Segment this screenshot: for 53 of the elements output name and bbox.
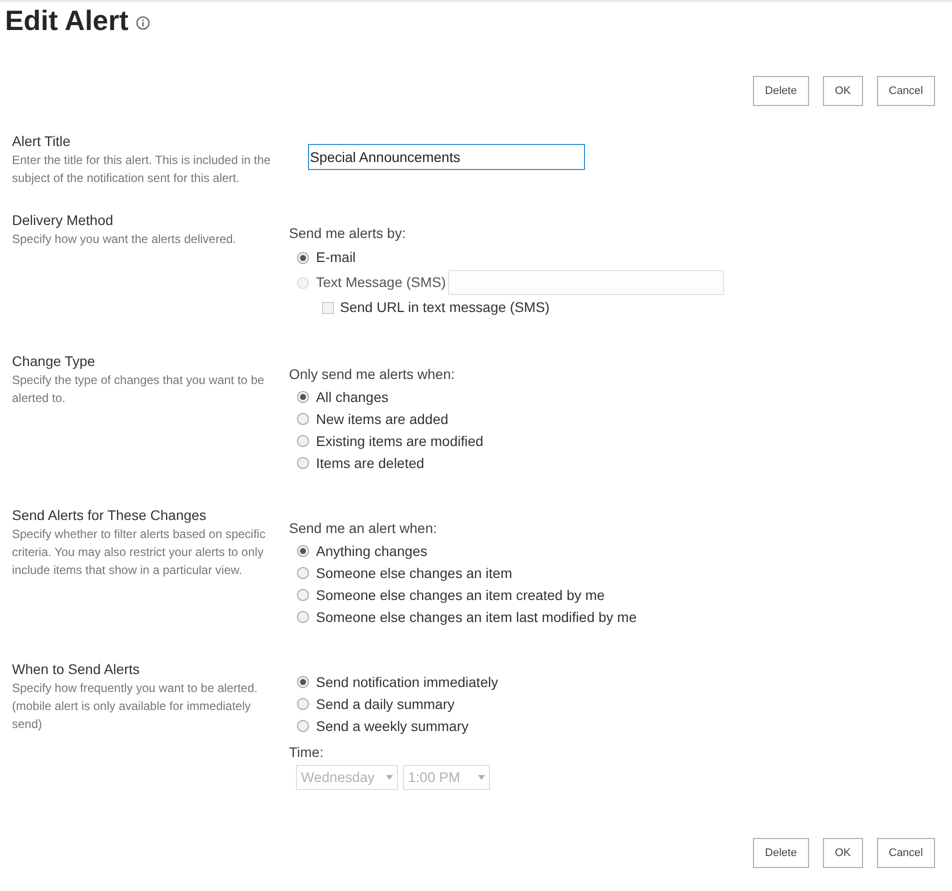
option-label: Someone else changes an item last modified by me (316, 608, 637, 627)
action-button[interactable]: Delete (753, 838, 809, 868)
prompt-label: Send me an alert when: (289, 519, 438, 537)
option-label: Send URL in text message (SMS) (340, 298, 550, 317)
radio-button[interactable] (297, 545, 309, 557)
prompt-label: Only send me alerts when: (289, 365, 456, 383)
page-title: Edit Alert (5, 6, 128, 34)
radio-button[interactable] (297, 720, 309, 732)
checkbox[interactable] (322, 302, 334, 314)
radio-button[interactable] (297, 676, 309, 688)
caret-icon (478, 775, 485, 780)
section-description: Specify whether to filter alerts based on specific criteria. You may also restrict your alerts to only include items that show in a particular view. (12, 526, 266, 579)
action-button[interactable]: OK (822, 838, 863, 868)
option-label: Send a weekly summary (316, 716, 469, 736)
option-label: Items are deleted (316, 454, 424, 472)
radio-button[interactable] (297, 252, 309, 264)
section-description: Specify how frequently you want to be alerted. (mobile alert is only available for immediately send) (12, 680, 258, 733)
section-title: Alert Title (12, 132, 72, 150)
action-button[interactable]: Cancel (876, 76, 935, 106)
action-button[interactable]: Delete (753, 76, 809, 106)
option-label: E-mail (316, 248, 356, 267)
option-label: New items are added (316, 410, 448, 428)
radio-button[interactable] (297, 698, 309, 710)
radio-button[interactable] (297, 457, 309, 469)
section-title: When to Send Alerts (12, 660, 141, 678)
radio-button[interactable] (297, 611, 309, 623)
option-label: Text Message (SMS) (316, 273, 446, 292)
section-description: Enter the title for this alert. This is included in the subject of the notification sent for this alert. (12, 152, 272, 187)
section-description: Specify the type of changes that you want to be alerted to. (12, 372, 266, 407)
text-input[interactable]: Special Announcements (308, 144, 585, 170)
radio-button[interactable] (297, 413, 309, 425)
option-label: Existing items are modified (316, 432, 484, 451)
option-label: All changes (316, 388, 388, 407)
section-title: Change Type (12, 352, 96, 370)
time-label: Time: (289, 743, 324, 761)
text-input[interactable] (448, 270, 724, 295)
option-label: Send notification immediately (316, 672, 498, 692)
section-title: Send Alerts for These Changes (12, 506, 208, 524)
option-label: Send a daily summary (316, 694, 455, 714)
option-label: Anything changes (316, 542, 428, 561)
info-icon[interactable] (136, 16, 150, 30)
radio-button[interactable] (297, 567, 309, 579)
option-label: Someone else changes an item (316, 564, 512, 583)
option-label: Someone else changes an item created by me (316, 586, 605, 605)
section-description: Specify how you want the alerts delivered. (12, 231, 238, 248)
action-button[interactable]: OK (822, 76, 863, 106)
radio-button[interactable] (297, 435, 309, 447)
radio-button[interactable] (297, 391, 309, 403)
caret-icon (386, 775, 393, 780)
action-button[interactable]: Cancel (876, 838, 935, 868)
prompt-label: Send me alerts by: (289, 224, 407, 242)
section-title: Delivery Method (12, 211, 114, 229)
radio-button[interactable] (297, 589, 309, 601)
